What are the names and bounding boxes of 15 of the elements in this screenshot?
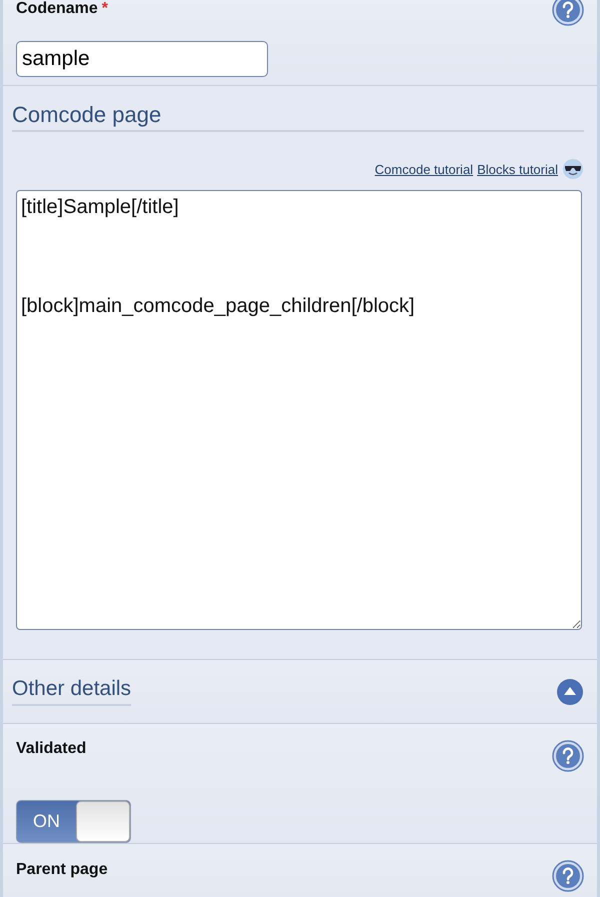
- comcode-textarea[interactable]: [title]Sample[/title] [block]main_comcode_page_children[/block]: [16, 190, 582, 630]
- section-title: Other details: [12, 677, 132, 706]
- field-label: Parent page: [16, 861, 108, 879]
- collapse-icon[interactable]: [556, 678, 584, 706]
- field-label: Codename *: [16, 0, 108, 18]
- tutorial-link[interactable]: Blocks tutorial: [477, 162, 558, 176]
- validated-toggle[interactable]: ON: [16, 800, 131, 843]
- help-icon[interactable]: [552, 740, 584, 772]
- codename-input[interactable]: sample: [16, 41, 268, 77]
- field-label: Validated: [16, 740, 86, 759]
- smiley-sunglasses-icon: [562, 158, 584, 180]
- section-title: Comcode page: [12, 102, 584, 132]
- help-icon[interactable]: [552, 860, 584, 892]
- tutorial-link[interactable]: Comcode tutorial: [374, 162, 474, 176]
- help-icon[interactable]: [552, 0, 584, 26]
